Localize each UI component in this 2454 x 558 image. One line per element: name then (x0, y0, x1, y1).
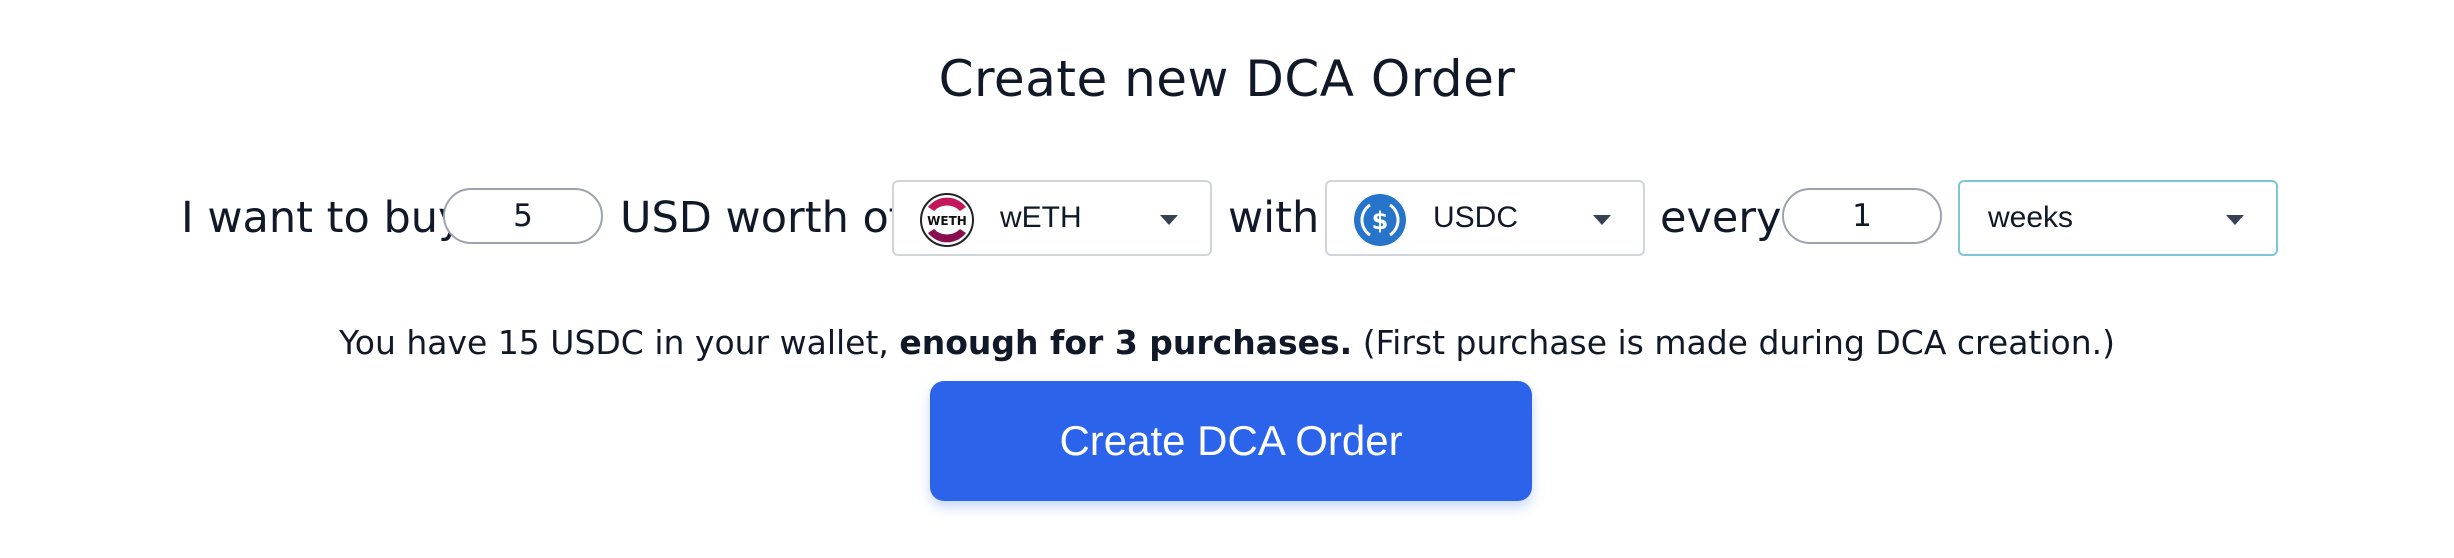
pay-token-label: USDC (1433, 201, 1519, 234)
weth-token-icon: WETH (920, 193, 974, 247)
buy-token-label: wETH (1000, 201, 1082, 234)
with-label: with (1228, 193, 1320, 243)
dca-order-form: I want to buy USD worth of WETH wETH wit… (0, 180, 2454, 256)
amount-input[interactable] (443, 188, 603, 244)
buy-label: I want to buy (181, 193, 464, 243)
svg-text:WETH: WETH (927, 214, 967, 228)
usd-worth-of-label: USD worth of (620, 193, 904, 243)
page-title: Create new DCA Order (938, 50, 1516, 108)
buy-token-select[interactable]: WETH wETH (892, 180, 1212, 256)
svg-text:$: $ (1372, 207, 1389, 235)
interval-unit-label: weeks (1988, 201, 2074, 234)
wallet-info-suffix: (First purchase is made during DCA creat… (1362, 323, 2115, 362)
wallet-info-prefix: You have 15 USDC in your wallet, (338, 323, 889, 362)
wallet-info-emphasis: enough for 3 purchases. (899, 323, 1353, 362)
chevron-down-icon (1593, 215, 1611, 225)
interval-unit-select[interactable]: weeks (1958, 180, 2278, 256)
chevron-down-icon (1160, 215, 1178, 225)
pay-token-select[interactable]: $ USDC (1325, 180, 1645, 256)
wallet-info: You have 15 USDC in your wallet, enough … (0, 318, 2454, 368)
chevron-down-icon (2226, 215, 2244, 225)
interval-input[interactable] (1782, 188, 1942, 244)
every-label: every (1660, 193, 1782, 243)
create-dca-order-button[interactable]: Create DCA Order (930, 381, 1532, 501)
usdc-token-icon: $ (1354, 194, 1406, 246)
